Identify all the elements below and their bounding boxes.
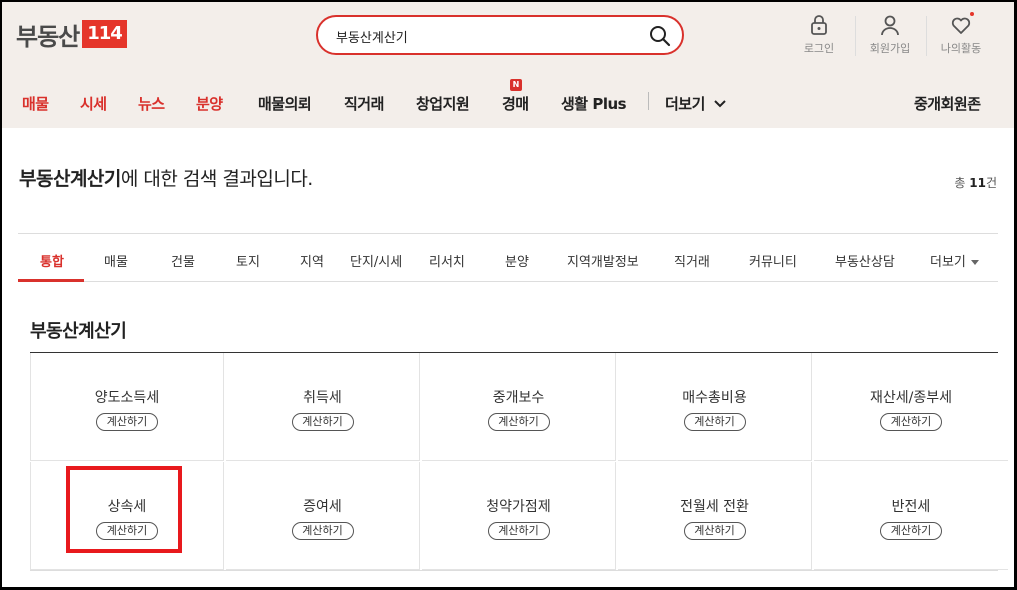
calculate-button[interactable]: 계산하기 <box>96 413 158 431</box>
count-suffix: 건 <box>985 176 997 190</box>
signup-label: 회원가입 <box>869 42 911 55</box>
logo-text: 부동산 <box>16 22 80 51</box>
my-activity-button[interactable]: 나의활동 <box>926 12 996 56</box>
tab-presale[interactable]: 분양 <box>505 251 529 270</box>
search-tabs: 통합 매물 건물 토지 지역 단지/시세 리서치 분양 지역개발정보 직거래 커… <box>18 233 998 282</box>
logo-number: 114 <box>82 20 127 48</box>
calculator-card[interactable]: 중개보수 계산하기 <box>422 353 616 461</box>
result-keyword: 부동산계산기 <box>19 168 121 190</box>
active-tab-indicator <box>18 279 84 282</box>
nav-item-prices[interactable]: 시세 <box>80 93 107 114</box>
nav-item-listing-request[interactable]: 매물의뢰 <box>258 93 312 114</box>
count-prefix: 총 <box>954 176 970 190</box>
nav-item-auction[interactable]: 경매 <box>502 93 529 114</box>
nav-divider <box>648 92 649 110</box>
calculate-button[interactable]: 계산하기 <box>880 413 942 431</box>
highlight-box <box>66 466 182 553</box>
result-suffix: 에 대한 검색 결과입니다. <box>120 168 313 190</box>
calculate-button[interactable]: 계산하기 <box>683 522 746 540</box>
search-box <box>316 15 684 55</box>
nav-item-direct-deal[interactable]: 직거래 <box>344 93 384 114</box>
my-activity-label: 나의활동 <box>940 42 982 55</box>
calculator-name: 취득세 <box>303 390 342 406</box>
signup-button[interactable]: 회원가입 <box>855 14 925 56</box>
nav-item-agent-zone[interactable]: 중개회원존 <box>914 93 981 114</box>
calculator-name: 전월세 전환 <box>680 499 749 515</box>
calculator-name: 청약가점제 <box>486 499 551 515</box>
calculator-name: 반전세 <box>891 499 931 515</box>
calculate-button[interactable]: 계산하기 <box>291 522 354 540</box>
tab-more[interactable]: 더보기 <box>930 251 979 270</box>
tab-region[interactable]: 지역 <box>300 251 324 270</box>
tab-buildings[interactable]: 건물 <box>171 251 195 270</box>
calculator-card[interactable]: 증여세 계산하기 <box>226 462 420 570</box>
calculator-card[interactable]: 반전세 계산하기 <box>814 462 1008 570</box>
section-title: 부동산계산기 <box>30 321 127 342</box>
nav-item-life-plus[interactable]: 생활 Plus <box>561 93 627 114</box>
notification-dot <box>970 12 974 16</box>
calculate-button[interactable]: 계산하기 <box>291 413 354 431</box>
tab-all[interactable]: 통합 <box>40 251 64 270</box>
calculator-card[interactable]: 청약가점제 계산하기 <box>422 462 616 570</box>
nav-item-presale[interactable]: 분양 <box>196 93 223 114</box>
calculator-card[interactable]: 재산세/종부세 계산하기 <box>814 353 1008 461</box>
search-input[interactable] <box>336 25 636 47</box>
result-heading: 부동산계산기에 대한 검색 결과입니다. <box>19 164 313 191</box>
calculator-name: 재산세/종부세 <box>870 390 952 406</box>
calculator-card[interactable]: 매수총비용 계산하기 <box>618 353 812 461</box>
nav-item-more[interactable]: 더보기 <box>665 93 726 114</box>
search-icon[interactable] <box>648 24 672 48</box>
calculator-name: 중개보수 <box>492 390 545 406</box>
calculator-card[interactable]: 취득세 계산하기 <box>226 353 420 461</box>
login-button[interactable]: 로그인 <box>784 14 854 56</box>
calculate-button[interactable]: 계산하기 <box>880 522 942 540</box>
nav-item-startup[interactable]: 창업지원 <box>416 93 470 114</box>
nav-item-listings[interactable]: 매물 <box>22 93 49 114</box>
main-nav: 매물 시세 뉴스 분양 매물의뢰 직거래 창업지원 N 경매 생활 Plus 더… <box>2 74 1014 128</box>
calculate-button[interactable]: 계산하기 <box>487 522 550 540</box>
nav-item-news[interactable]: 뉴스 <box>138 93 165 114</box>
tab-more-label: 더보기 <box>930 255 966 270</box>
lock-icon <box>784 14 854 36</box>
chevron-down-icon <box>713 100 726 108</box>
calculator-card[interactable]: 전월세 전환 계산하기 <box>618 462 812 570</box>
tab-community[interactable]: 커뮤니티 <box>749 251 797 270</box>
site-header: 부동산 114 로그인 회원가입 <box>2 2 1014 74</box>
tab-land[interactable]: 토지 <box>236 251 260 270</box>
tab-complex-price[interactable]: 단지/시세 <box>350 251 402 270</box>
login-label: 로그인 <box>803 42 835 55</box>
result-count: 총 11건 <box>954 174 997 191</box>
calculator-card[interactable]: 양도소득세 계산하기 <box>30 353 224 461</box>
calculator-name: 양도소득세 <box>94 390 160 406</box>
calculator-name: 매수총비용 <box>682 390 747 406</box>
count-value: 11 <box>969 176 986 190</box>
calculate-button[interactable]: 계산하기 <box>683 413 746 431</box>
caret-down-icon <box>970 260 979 265</box>
heart-icon <box>926 12 996 36</box>
tab-consulting[interactable]: 부동산상담 <box>835 251 895 270</box>
tab-research[interactable]: 리서치 <box>429 251 465 270</box>
page-frame: 부동산 114 로그인 회원가입 <box>2 2 1014 587</box>
new-badge: N <box>510 79 522 91</box>
site-logo[interactable]: 부동산 114 <box>16 19 127 51</box>
calculator-name: 증여세 <box>303 499 342 515</box>
tab-direct-deal[interactable]: 직거래 <box>674 251 710 270</box>
person-icon <box>855 14 925 36</box>
calculate-button[interactable]: 계산하기 <box>487 413 550 431</box>
tab-regional-dev[interactable]: 지역개발정보 <box>567 251 639 270</box>
nav-more-label: 더보기 <box>665 95 705 113</box>
tab-listings[interactable]: 매물 <box>104 251 128 270</box>
